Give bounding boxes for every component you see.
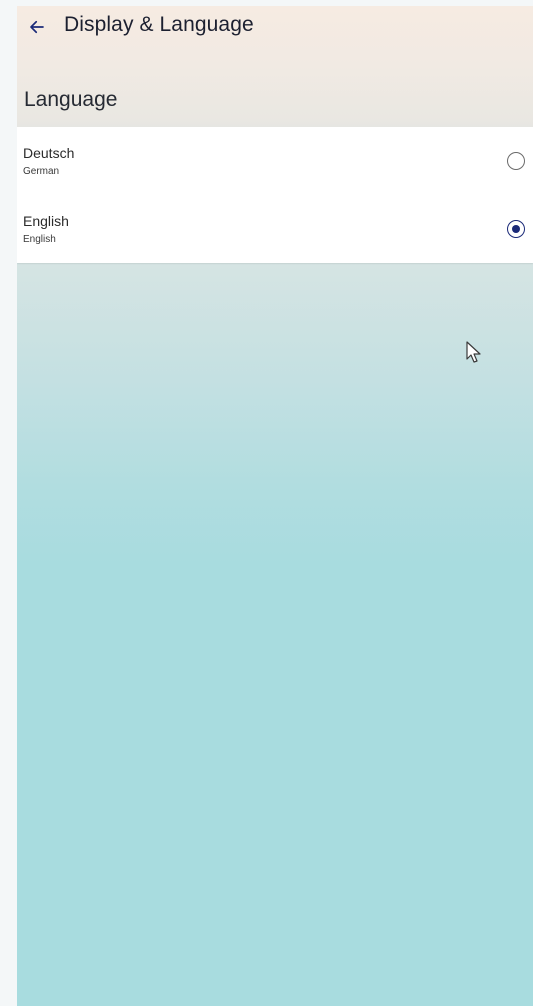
radio-english[interactable] — [507, 220, 525, 238]
radio-deutsch[interactable] — [507, 152, 525, 170]
language-option-english[interactable]: English English — [17, 195, 533, 263]
back-button[interactable] — [25, 15, 49, 39]
app-screen: Display & Language Language Deutsch Germ… — [17, 6, 533, 1006]
section-title-language: Language — [24, 88, 118, 111]
language-subtitle: English — [23, 234, 56, 245]
language-option-deutsch[interactable]: Deutsch German — [17, 127, 533, 195]
top-bar: Display & Language — [17, 6, 533, 44]
language-name: English — [23, 213, 69, 229]
mouse-pointer-icon — [466, 341, 481, 363]
language-subtitle: German — [23, 166, 60, 177]
language-list: Deutsch German English English — [17, 127, 533, 263]
page-title: Display & Language — [64, 13, 254, 36]
language-name: Deutsch — [23, 145, 75, 161]
arrow-left-icon — [30, 20, 44, 34]
